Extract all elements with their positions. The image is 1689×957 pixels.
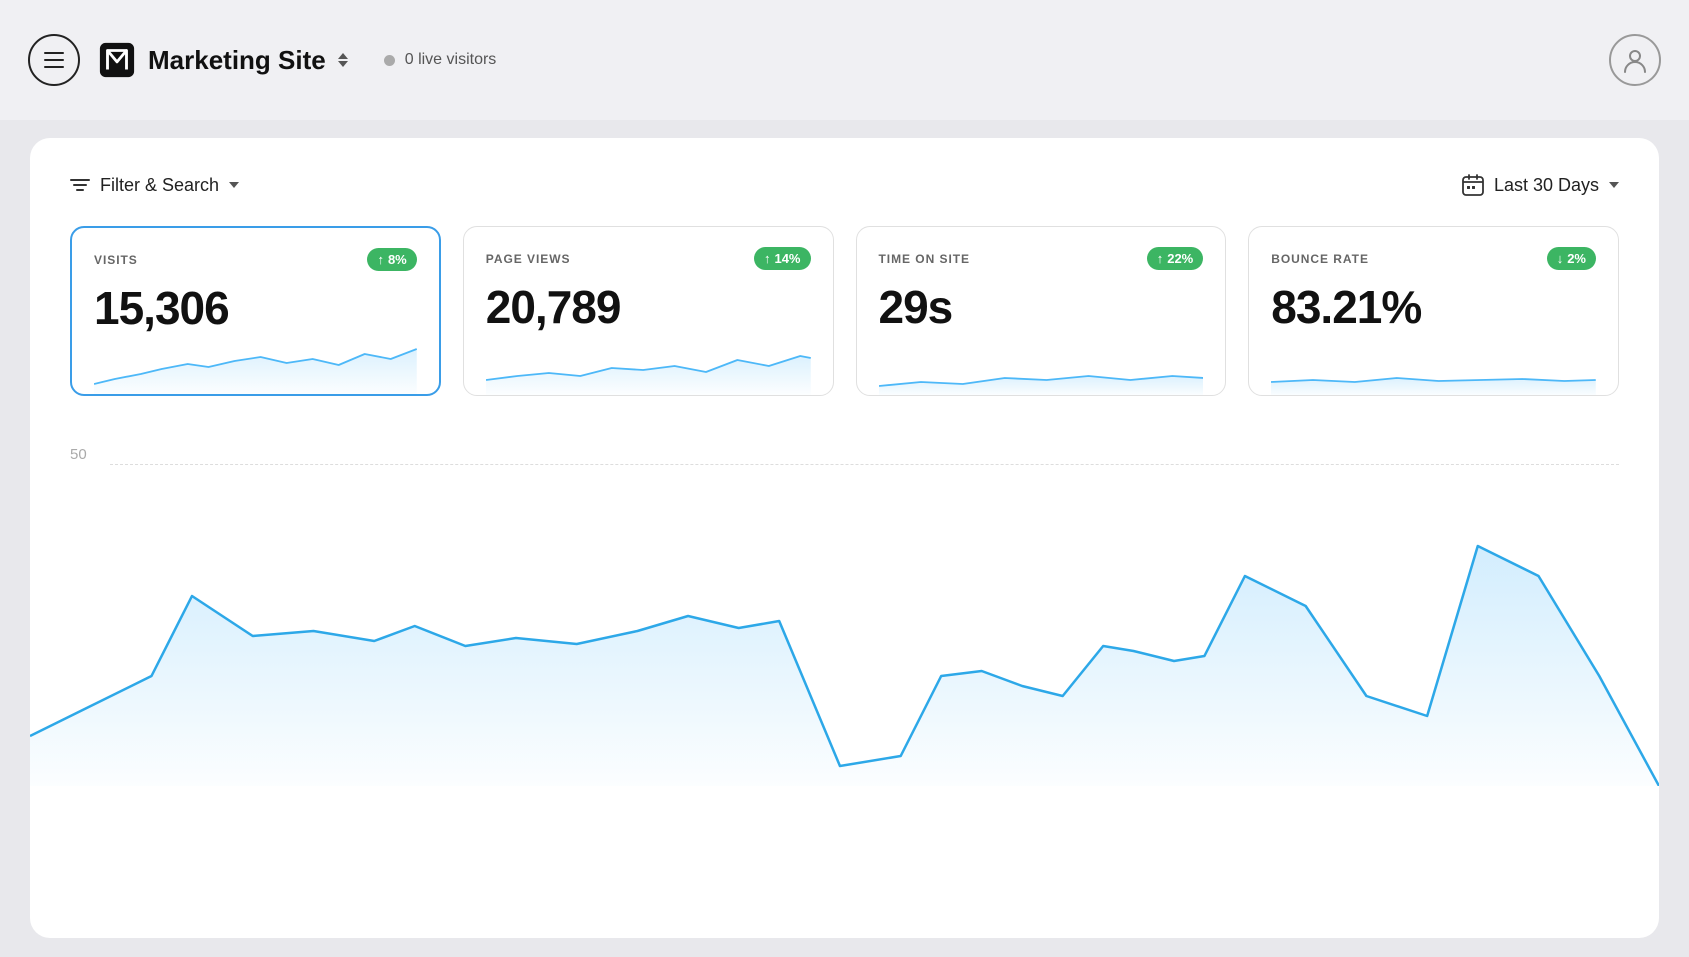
metric-badge-page_views: 14% xyxy=(754,247,811,270)
filter-icon xyxy=(70,179,90,191)
site-title: Marketing Site xyxy=(148,45,348,76)
mini-chart-time_on_site xyxy=(879,338,1204,396)
metric-badge-time_on_site: 22% xyxy=(1147,247,1204,270)
menu-icon xyxy=(44,52,64,68)
metric-card-page_views[interactable]: PAGE VIEWS 14% 20,789 xyxy=(463,226,834,396)
metric-card-bounce_rate[interactable]: BOUNCE RATE 2% 83.21% xyxy=(1248,226,1619,396)
toolbar: Filter & Search Last 30 Days xyxy=(70,174,1619,196)
site-selector-icon[interactable] xyxy=(338,53,348,67)
main-chart xyxy=(30,476,1659,786)
date-range-label: Last 30 Days xyxy=(1494,175,1599,196)
filter-chevron-icon xyxy=(229,182,239,188)
metric-card-visits[interactable]: VISITS 8% 15,306 xyxy=(70,226,441,396)
metric-label-bounce_rate: BOUNCE RATE xyxy=(1271,252,1369,266)
main-card: Filter & Search Last 30 Days VISITS 8% 1… xyxy=(30,138,1659,938)
mini-chart-bounce_rate xyxy=(1271,338,1596,396)
menu-button[interactable] xyxy=(28,34,80,86)
metric-value-bounce_rate: 83.21% xyxy=(1271,284,1596,330)
user-avatar-button[interactable] xyxy=(1609,34,1661,86)
metric-card-time_on_site[interactable]: TIME ON SITE 22% 29s xyxy=(856,226,1227,396)
live-dot-icon xyxy=(384,55,395,66)
mini-chart-visits xyxy=(94,339,417,396)
metric-label-time_on_site: TIME ON SITE xyxy=(879,252,971,266)
metric-value-time_on_site: 29s xyxy=(879,284,1204,330)
date-range-button[interactable]: Last 30 Days xyxy=(1462,174,1619,196)
metric-cards-container: VISITS 8% 15,306 PAGE VIEWS 14% 20,789 xyxy=(70,226,1619,396)
metric-label-visits: VISITS xyxy=(94,253,138,267)
metric-value-visits: 15,306 xyxy=(94,285,417,331)
site-logo-icon xyxy=(98,41,136,79)
chart-y-label: 50 xyxy=(70,446,87,463)
mini-chart-page_views xyxy=(486,338,811,396)
metric-header: VISITS 8% xyxy=(94,248,417,271)
metric-value-page_views: 20,789 xyxy=(486,284,811,330)
live-visitors-indicator: 0 live visitors xyxy=(384,51,497,69)
metric-badge-bounce_rate: 2% xyxy=(1547,247,1596,270)
filter-search-button[interactable]: Filter & Search xyxy=(70,175,239,196)
header: Marketing Site 0 live visitors xyxy=(0,0,1689,120)
chart-grid-line xyxy=(110,464,1619,465)
date-chevron-icon xyxy=(1609,182,1619,188)
metric-header: BOUNCE RATE 2% xyxy=(1271,247,1596,270)
user-icon xyxy=(1621,46,1649,74)
filter-search-label: Filter & Search xyxy=(100,175,219,196)
metric-header: TIME ON SITE 22% xyxy=(879,247,1204,270)
metric-header: PAGE VIEWS 14% xyxy=(486,247,811,270)
metric-label-page_views: PAGE VIEWS xyxy=(486,252,571,266)
main-chart-area: 50 xyxy=(30,446,1659,786)
metric-badge-visits: 8% xyxy=(367,248,416,271)
calendar-icon xyxy=(1462,174,1484,196)
